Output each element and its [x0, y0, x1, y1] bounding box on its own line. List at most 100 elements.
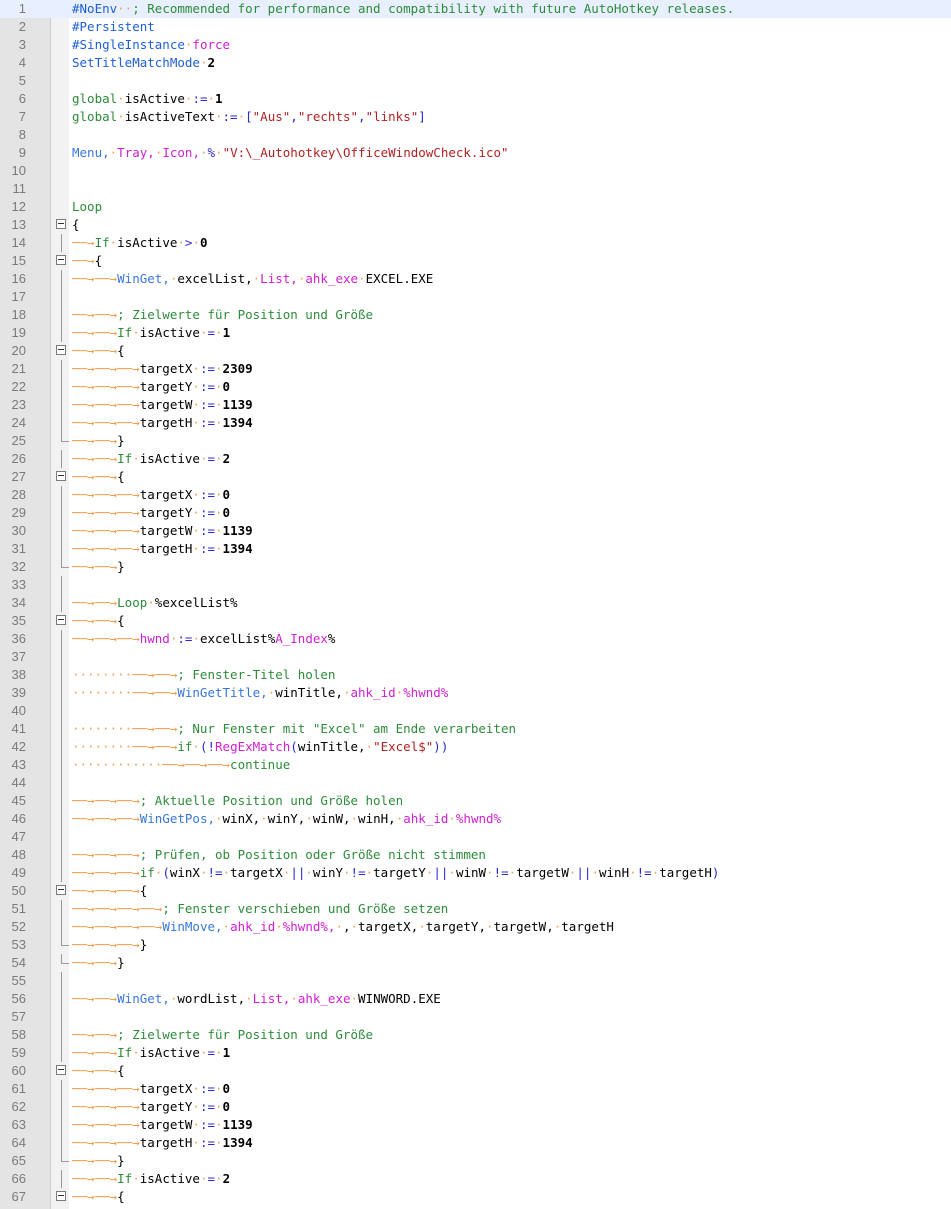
code-line[interactable]: 61 ──→──→──→targetX·:=·0 [0, 1080, 951, 1098]
code-text[interactable]: ──→──→{ [72, 1188, 125, 1206]
code-line[interactable]: 65 ──→──→} [0, 1152, 951, 1170]
code-text[interactable]: global·isActive·:=·1 [72, 90, 223, 108]
code-line[interactable]: 58 ──→──→; Zielwerte für Position und Grö… [0, 1026, 951, 1044]
code-line[interactable]: 43 ············──→──→──→continue [0, 756, 951, 774]
code-line[interactable]: 64 ──→──→──→targetH·:=·1394 [0, 1134, 951, 1152]
code-line[interactable]: 49 ──→──→──→if·(winX·!=·targetX·||·winY·!… [0, 864, 951, 882]
code-line[interactable]: 29 ──→──→──→targetY·:=·0 [0, 504, 951, 522]
code-text[interactable]: ──→{ [72, 252, 102, 270]
fold-minus-icon[interactable] [56, 885, 66, 895]
code-text[interactable]: Loop [72, 198, 102, 216]
code-line[interactable]: 18 ──→──→; Zielwerte für Position und Grö… [0, 306, 951, 324]
code-line[interactable]: 27 ──→──→{ [0, 468, 951, 486]
code-text[interactable]: ──→──→──→if·(winX·!=·targetX·||·winY·!=·… [72, 864, 719, 882]
code-line[interactable]: 52 ──→──→──→──→WinMove,·ahk_id·%hwnd%,·,·… [0, 918, 951, 936]
code-text[interactable]: ──→──→Loop·%excelList% [72, 594, 238, 612]
code-line[interactable]: 23 ──→──→──→targetW·:=·1139 [0, 396, 951, 414]
code-text[interactable]: ──→──→──→targetY·:=·0 [72, 378, 230, 396]
code-text[interactable]: ········──→──→; Nur Fenster mit "Excel" … [72, 720, 516, 738]
fold-minus-icon[interactable] [56, 1191, 66, 1201]
code-line[interactable]: 15 ──→{ [0, 252, 951, 270]
code-text[interactable]: ········──→──→if·(!RegExMatch(winTitle,·… [72, 738, 448, 756]
fold-minus-icon[interactable] [56, 255, 66, 265]
code-line[interactable]: 6 global·isActive·:=·1 [0, 90, 951, 108]
fold-minus-icon[interactable] [56, 471, 66, 481]
code-text[interactable]: ──→──→──→targetH·:=·1394 [72, 540, 253, 558]
code-line[interactable]: 3 #SingleInstance·force [0, 36, 951, 54]
code-line[interactable]: 1 #NoEnv··; Recommended for performance a… [0, 0, 951, 18]
code-line[interactable]: 59 ──→──→If·isActive·=·1 [0, 1044, 951, 1062]
code-line[interactable]: 41 ········──→──→; Nur Fenster mit "Excel… [0, 720, 951, 738]
code-line[interactable]: 4 SetTitleMatchMode·2 [0, 54, 951, 72]
code-line[interactable]: 26 ──→──→If·isActive·=·2 [0, 450, 951, 468]
code-line[interactable]: 14 ──→If·isActive·>·0 [0, 234, 951, 252]
fold-minus-icon[interactable] [56, 1065, 66, 1075]
code-line[interactable]: 55 [0, 972, 951, 990]
fold-minus-icon[interactable] [56, 615, 66, 625]
code-line[interactable]: 9 Menu,·Tray,·Icon,·%·"V:\_Autohotkey\Off… [0, 144, 951, 162]
code-line[interactable]: 57 [0, 1008, 951, 1026]
code-text[interactable]: ──→──→──→──→WinMove,·ahk_id·%hwnd%,·,·ta… [72, 918, 614, 936]
code-text[interactable]: ──→──→──→targetX·:=·2309 [72, 360, 253, 378]
code-text[interactable]: ──→──→If·isActive·=·1 [72, 324, 230, 342]
code-line[interactable]: 21 ──→──→──→targetX·:=·2309 [0, 360, 951, 378]
code-line[interactable]: 35 ──→──→{ [0, 612, 951, 630]
code-text[interactable]: ──→──→──→targetX·:=·0 [72, 1080, 230, 1098]
code-text[interactable]: ──→──→──→; Prüfen, ob Position oder Größ… [72, 846, 486, 864]
code-line[interactable]: 33 [0, 576, 951, 594]
code-text[interactable]: ──→──→WinGet,·wordList,·List,·ahk_exe·WI… [72, 990, 441, 1008]
code-text[interactable]: ──→──→──→targetH·:=·1394 [72, 1134, 253, 1152]
code-line[interactable]: 42 ········──→──→if·(!RegExMatch(winTitle… [0, 738, 951, 756]
code-line[interactable]: 67 ──→──→{ [0, 1188, 951, 1206]
code-line[interactable]: 2 #Persistent [0, 18, 951, 36]
code-line[interactable]: 34 ──→──→Loop·%excelList% [0, 594, 951, 612]
code-text[interactable]: ──→──→; Zielwerte für Position und Größe [72, 306, 373, 324]
code-text[interactable]: ──→──→} [72, 432, 125, 450]
code-editor[interactable]: 1 #NoEnv··; Recommended for performance a… [0, 0, 951, 1209]
code-line[interactable]: 36 ──→──→──→hwnd·:=·excelList%A_Index% [0, 630, 951, 648]
code-text[interactable]: ──→──→──→WinGetPos,·winX,·winY,·winW,·wi… [72, 810, 501, 828]
code-text[interactable]: global·isActiveText·:=·["Aus","rechts","… [72, 108, 426, 126]
code-text[interactable]: ············──→──→──→continue [72, 756, 290, 774]
code-line[interactable]: 22 ──→──→──→targetY·:=·0 [0, 378, 951, 396]
code-text[interactable]: #SingleInstance·force [72, 36, 230, 54]
code-line[interactable]: 45 ──→──→──→; Aktuelle Position und Größe… [0, 792, 951, 810]
code-text[interactable]: ──→──→──→targetW·:=·1139 [72, 1116, 253, 1134]
code-text[interactable]: ──→──→──→──→; Fenster verschieben und Gr… [72, 900, 448, 918]
code-line[interactable]: 30 ──→──→──→targetW·:=·1139 [0, 522, 951, 540]
code-text[interactable]: ──→──→──→targetY·:=·0 [72, 1098, 230, 1116]
code-text[interactable]: ──→──→If·isActive·=·2 [72, 450, 230, 468]
code-line[interactable]: 38 ········──→──→; Fenster-Titel holen [0, 666, 951, 684]
code-text[interactable]: { [72, 216, 80, 234]
code-text[interactable]: ──→If·isActive·>·0 [72, 234, 208, 252]
code-line[interactable]: 46 ──→──→──→WinGetPos,·winX,·winY,·winW,·… [0, 810, 951, 828]
code-text[interactable]: ──→──→──→; Aktuelle Position und Größe h… [72, 792, 403, 810]
code-text[interactable]: ──→──→{ [72, 1062, 125, 1080]
code-line[interactable]: 50 ──→──→──→{ [0, 882, 951, 900]
code-text[interactable]: ········──→──→; Fenster-Titel holen [72, 666, 335, 684]
code-line[interactable]: 24 ──→──→──→targetH·:=·1394 [0, 414, 951, 432]
code-line[interactable]: 37 [0, 648, 951, 666]
code-text[interactable]: ──→──→──→targetY·:=·0 [72, 504, 230, 522]
code-line[interactable]: 12 Loop [0, 198, 951, 216]
code-text[interactable]: ──→──→──→{ [72, 882, 147, 900]
code-line[interactable]: 13 { [0, 216, 951, 234]
code-line[interactable]: 31 ──→──→──→targetH·:=·1394 [0, 540, 951, 558]
code-line[interactable]: 56 ──→──→WinGet,·wordList,·List,·ahk_exe·… [0, 990, 951, 1008]
code-line[interactable]: 62 ──→──→──→targetY·:=·0 [0, 1098, 951, 1116]
code-line[interactable]: 7 global·isActiveText·:=·["Aus","rechts",… [0, 108, 951, 126]
code-text[interactable]: ──→──→If·isActive·=·1 [72, 1044, 230, 1062]
code-line[interactable]: 51 ──→──→──→──→; Fenster verschieben und … [0, 900, 951, 918]
code-text[interactable]: ──→──→{ [72, 612, 125, 630]
code-text[interactable]: #Persistent [72, 18, 155, 36]
code-text[interactable]: ──→──→{ [72, 342, 125, 360]
code-line[interactable]: 19 ──→──→If·isActive·=·1 [0, 324, 951, 342]
code-line[interactable]: 40 [0, 702, 951, 720]
code-line[interactable]: 47 [0, 828, 951, 846]
code-text[interactable]: ········──→──→WinGetTitle,·winTitle,·ahk… [72, 684, 448, 702]
code-line[interactable]: 39 ········──→──→WinGetTitle,·winTitle,·a… [0, 684, 951, 702]
code-text[interactable]: ──→──→If·isActive·=·2 [72, 1170, 230, 1188]
code-text[interactable]: ──→──→{ [72, 468, 125, 486]
code-line[interactable]: 16 ──→──→WinGet,·excelList,·List,·ahk_exe… [0, 270, 951, 288]
code-text[interactable]: ──→──→──→hwnd·:=·excelList%A_Index% [72, 630, 335, 648]
